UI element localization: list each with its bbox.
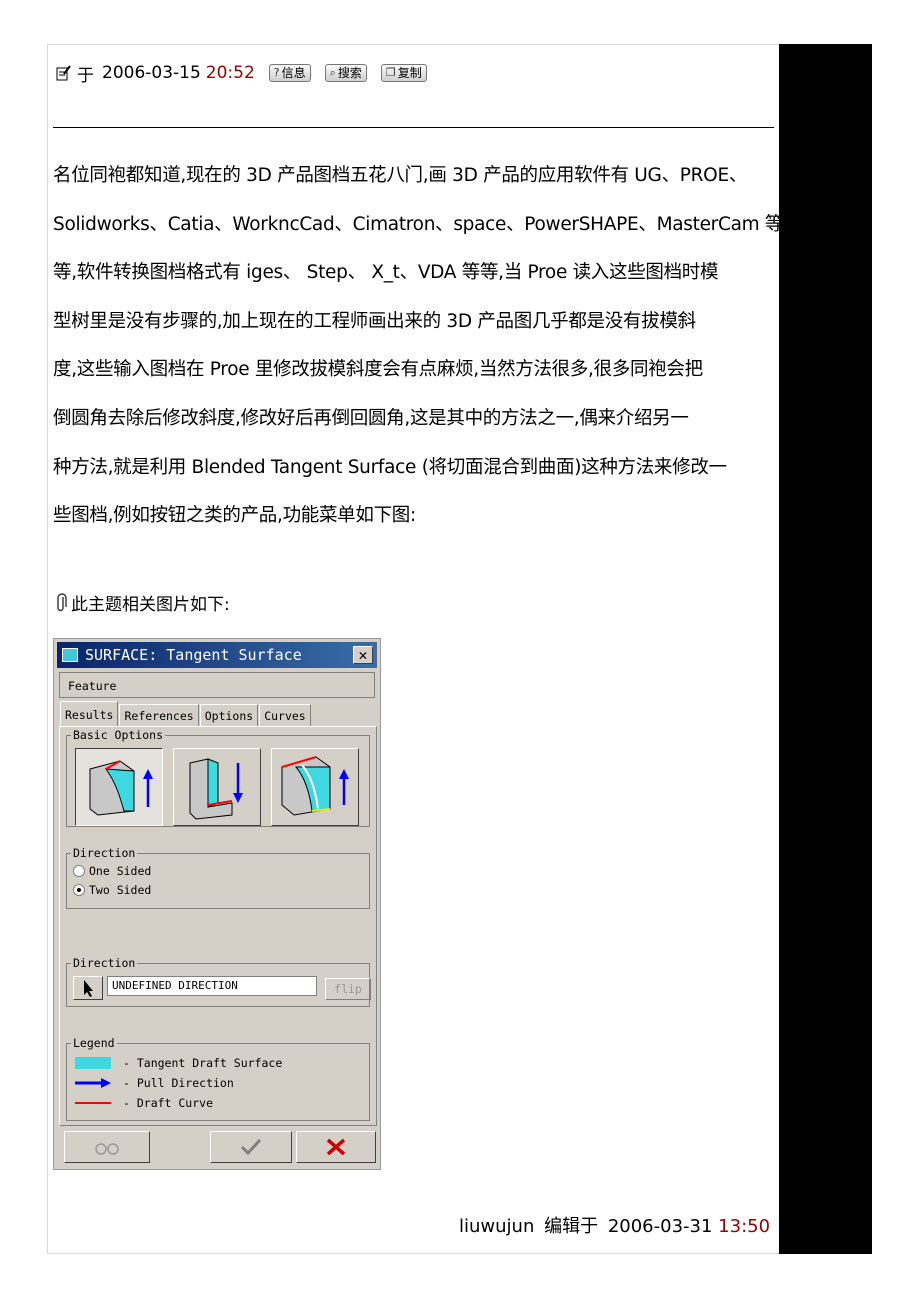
direction-group-label: Direction <box>71 846 138 860</box>
legend-arrow-icon <box>75 1077 111 1089</box>
divider <box>53 127 774 128</box>
tab-options[interactable]: Options <box>199 704 259 726</box>
legend-item-label: - Pull Direction <box>123 1076 234 1090</box>
copy-button[interactable]: ❐ 复制 <box>380 64 427 82</box>
option-two-sided-button[interactable] <box>271 748 359 826</box>
black-sidebar <box>779 44 872 1254</box>
radio-two-sided-circle[interactable] <box>73 884 85 896</box>
edit-time: 13:50 <box>718 1216 771 1237</box>
body-line: Solidworks、Catia、WorkncCad、Cimatron、spac… <box>53 213 784 235</box>
copy-icon: ❐ <box>385 66 396 79</box>
paperclip-icon <box>55 592 67 613</box>
dialog-window-icon <box>62 648 78 662</box>
body-line: 些图档,例如按钮之类的产品,功能菜单如下图: <box>53 505 416 527</box>
basic-options-group: Basic Options <box>66 728 370 827</box>
glasses-icon <box>95 1143 119 1155</box>
direction-select-label: Direction <box>71 956 138 970</box>
preview-button[interactable] <box>64 1131 150 1163</box>
body-line: 型树里是没有步骤的,加上现在的工程师画出来的 3D 产品图几乎都是没有拔模斜 <box>53 310 696 332</box>
tangent-surface-dialog: SURFACE: Tangent Surface ✕ Feature Resul… <box>53 638 381 1170</box>
legend-surface-swatch <box>75 1057 111 1069</box>
close-button[interactable]: ✕ <box>353 646 373 664</box>
one-sided-draft-icon <box>89 760 153 816</box>
tab-strip: Results References Options Curves <box>60 701 312 727</box>
option-pull-down-button[interactable] <box>173 748 261 826</box>
tab-results[interactable]: Results <box>60 701 119 727</box>
edit-footer: liuwujun 编辑于 2006-03-31 13:50 <box>459 1212 770 1238</box>
legend-label: Legend <box>71 1036 117 1050</box>
radio-one-sided[interactable]: One Sided <box>73 864 151 878</box>
post-time: 20:52 <box>205 63 255 83</box>
post-edit-icon <box>55 65 71 81</box>
tab-references[interactable]: References <box>119 704 199 726</box>
checkmark-icon <box>240 1138 262 1156</box>
direction-select-group: Direction UNDEFINED DIRECTION flip <box>66 956 371 1007</box>
legend-group: Legend - Tangent Draft Surface - Pull Di… <box>66 1036 370 1121</box>
cancel-button[interactable] <box>296 1131 376 1163</box>
dialog-title: SURFACE: Tangent Surface <box>85 646 302 664</box>
cancel-x-icon <box>326 1138 346 1156</box>
legend-item: - Pull Direction <box>75 1076 234 1090</box>
two-sided-draft-icon <box>281 756 349 816</box>
pull-down-draft-icon <box>189 758 243 820</box>
pick-direction-button[interactable] <box>73 976 103 1000</box>
body-line: 度,这些输入图档在 Proe 里修改拔模斜度会有点麻烦,当然方法很多,很多同袍会… <box>53 359 703 381</box>
info-icon: ? <box>273 66 280 79</box>
body-line: 等,软件转换图档格式有 iges、 Step、 X_t、VDA 等等,当 Pro… <box>53 262 719 284</box>
feature-bar: Feature <box>59 672 375 698</box>
copy-button-label: 复制 <box>397 66 422 80</box>
attachment-label: 此主题相关图片如下: <box>71 595 230 615</box>
tab-curves[interactable]: Curves <box>259 704 311 726</box>
body-line: 种方法,就是利用 Blended Tangent Surface (将切面混合到… <box>53 456 727 478</box>
attachment-note: 此主题相关图片如下: <box>55 590 230 615</box>
legend-item-label: - Tangent Draft Surface <box>123 1056 283 1070</box>
cursor-arrow-icon <box>84 980 93 997</box>
radio-one-sided-label: One Sided <box>89 864 152 878</box>
option-one-sided-button[interactable] <box>75 748 163 826</box>
info-button[interactable]: ? 信息 <box>268 64 311 82</box>
body-line: 名位同袍都知道,现在的 3D 产品图档五花八门,画 3D 产品的应用软件有 UG… <box>53 165 748 186</box>
direction-field[interactable]: UNDEFINED DIRECTION <box>107 976 317 996</box>
ok-button[interactable] <box>210 1131 292 1163</box>
legend-item: - Draft Curve <box>75 1096 213 1110</box>
info-button-label: 信息 <box>281 66 306 80</box>
direction-side-group: Direction One Sided Two Sided <box>66 846 370 909</box>
post-header: 于 2006-03-15 20:52 ? 信息 ⌕ 搜索 ❐ 复制 <box>55 60 427 86</box>
search-button-label: 搜索 <box>337 66 362 80</box>
legend-item-label: - Draft Curve <box>123 1096 214 1110</box>
edit-date: 2006-03-31 <box>607 1216 713 1237</box>
search-icon: ⌕ <box>329 66 336 79</box>
radio-two-sided-label: Two Sided <box>89 883 152 897</box>
edited-label: 编辑于 <box>544 1216 599 1237</box>
editor-name: liuwujun <box>459 1216 535 1237</box>
body-line: 倒圆角去除后修改斜度,修改好后再倒回圆角,这是其中的方法之一,偶来介绍另一 <box>53 407 689 429</box>
post-body: 名位同袍都知道,现在的 3D 产品图档五花八门,画 3D 产品的应用软件有 UG… <box>53 152 784 541</box>
radio-two-sided[interactable]: Two Sided <box>73 883 151 897</box>
search-button[interactable]: ⌕ 搜索 <box>324 64 367 82</box>
post-prefix: 于 <box>77 65 94 86</box>
basic-options-label: Basic Options <box>71 728 166 742</box>
results-panel: Basic Options Direction One Sided Two Si… <box>59 726 377 1126</box>
flip-button[interactable]: flip <box>325 978 371 1000</box>
dialog-titlebar: SURFACE: Tangent Surface ✕ <box>57 642 377 668</box>
legend-curve-swatch <box>75 1097 111 1109</box>
legend-item: - Tangent Draft Surface <box>75 1056 282 1070</box>
radio-one-sided-circle[interactable] <box>73 865 85 877</box>
post-date: 2006-03-15 <box>102 63 201 83</box>
